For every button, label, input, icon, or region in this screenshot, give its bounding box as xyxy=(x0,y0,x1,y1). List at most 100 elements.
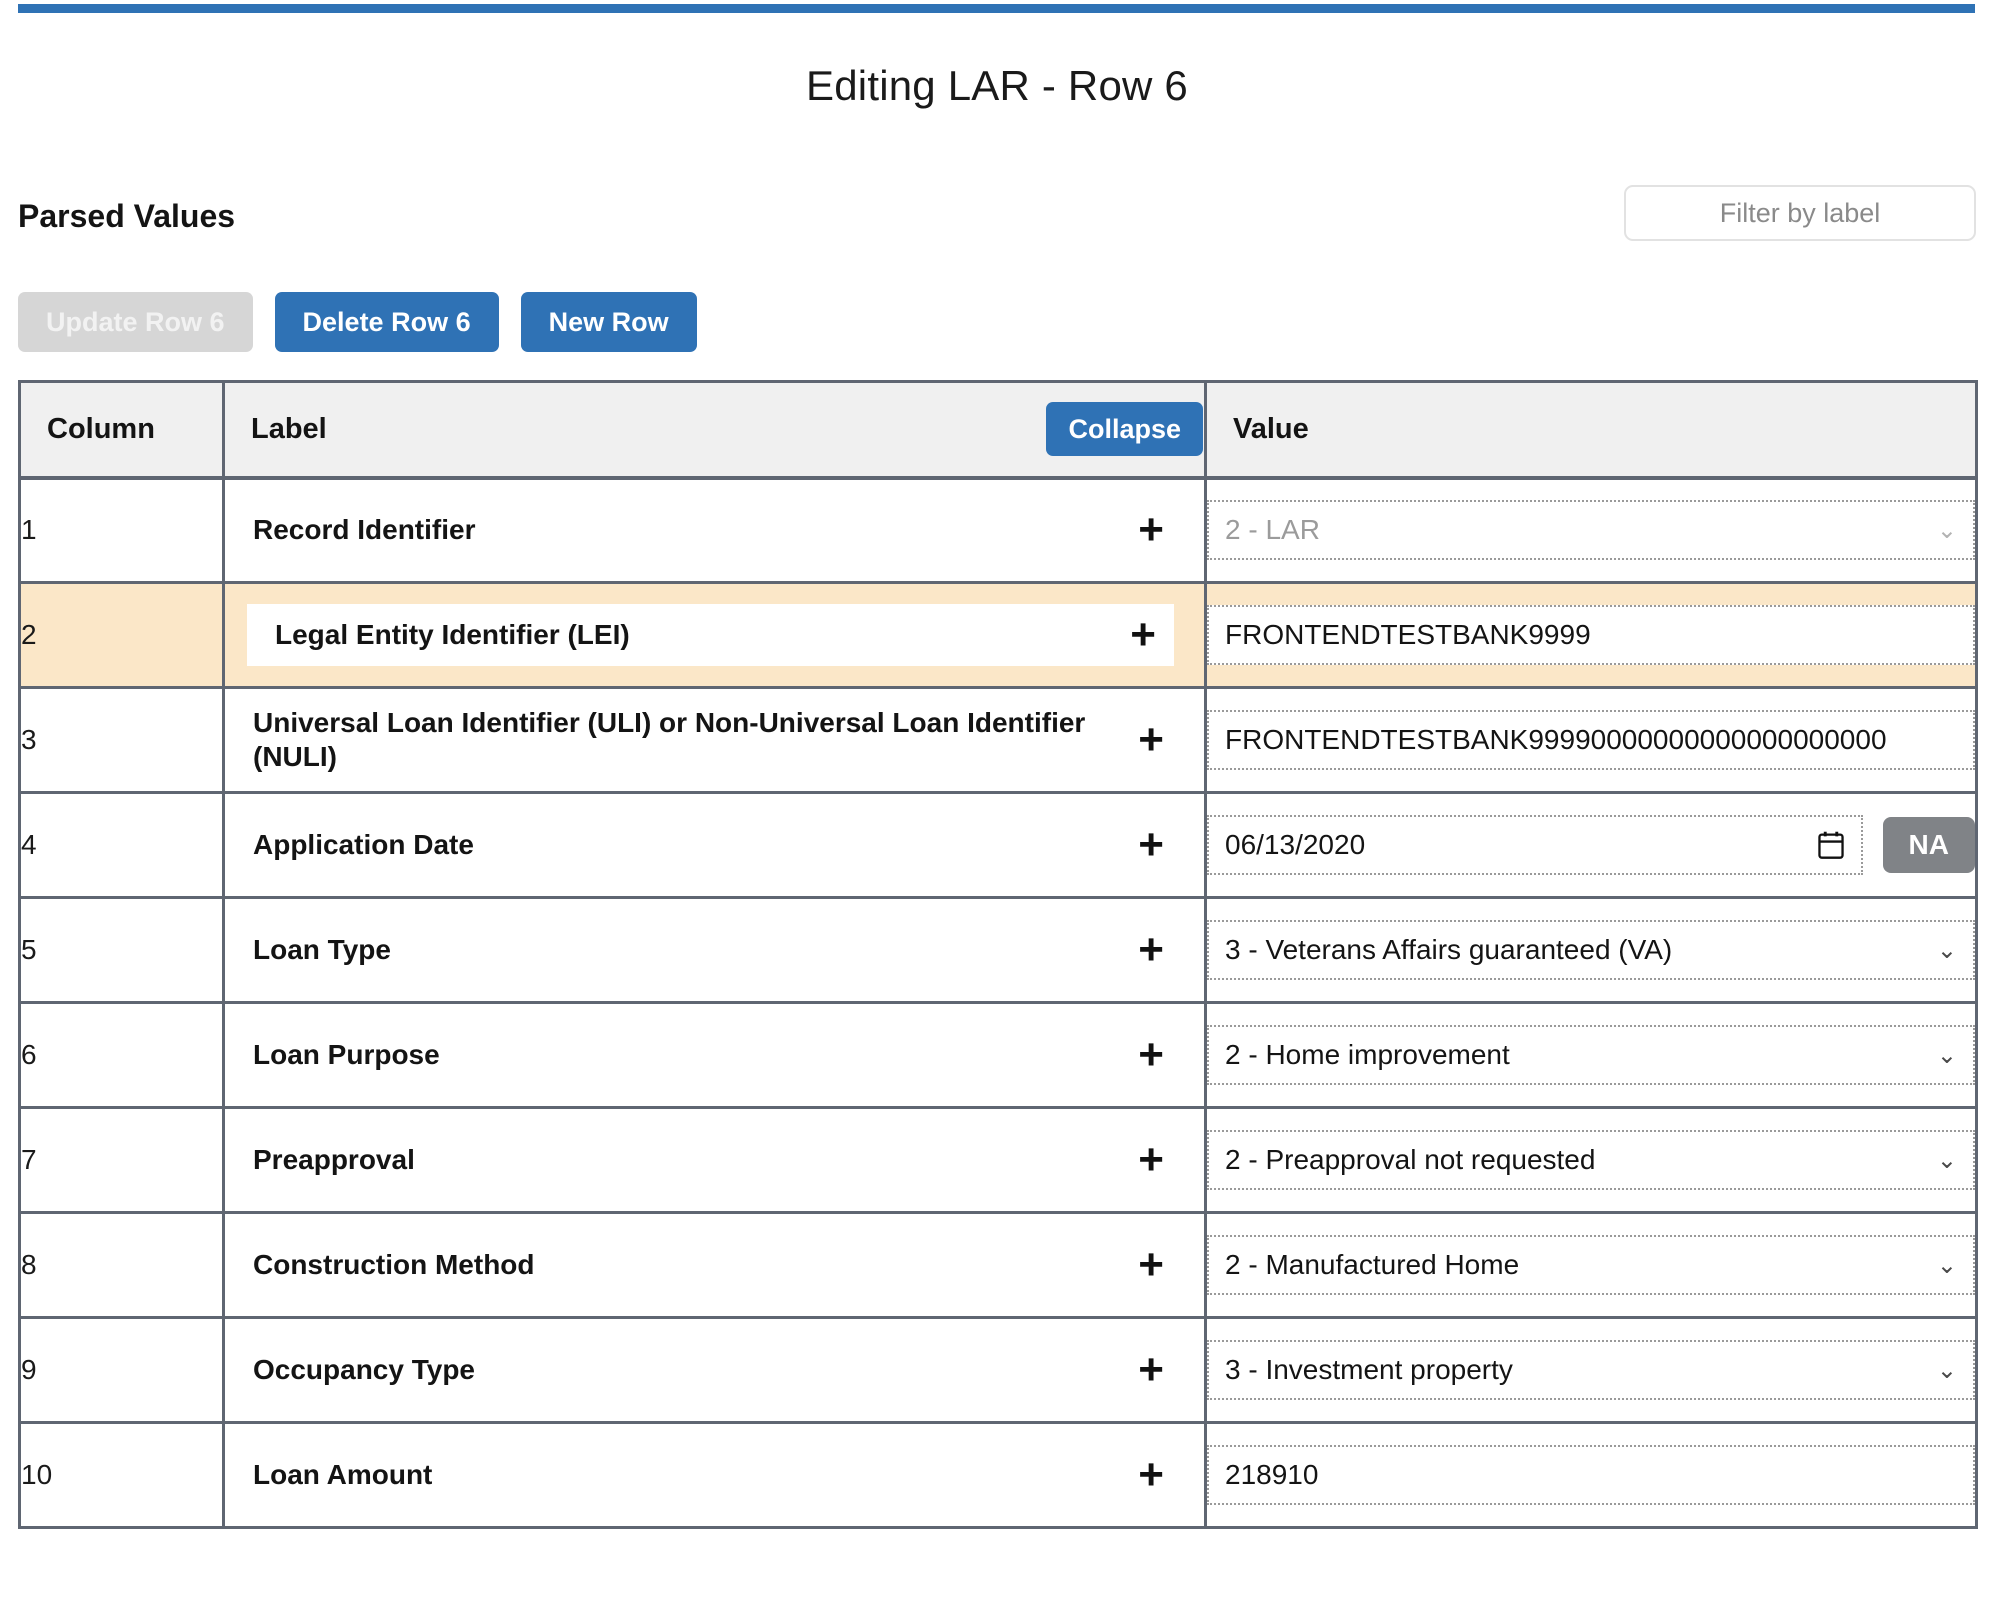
row-column-number: 8 xyxy=(18,1211,225,1319)
expand-plus-icon[interactable]: + xyxy=(1130,612,1156,656)
parsed-values-table: Column Label Collapse Value 1 Record Iden… xyxy=(18,380,1978,1529)
filter-by-label-input[interactable] xyxy=(1624,185,1976,241)
chevron-down-icon: ⌄ xyxy=(1936,1356,1957,1384)
row-label-text: Occupancy Type xyxy=(253,1353,476,1385)
expand-plus-icon[interactable]: + xyxy=(1138,1452,1164,1496)
chevron-down-icon: ⌄ xyxy=(1936,1146,1957,1174)
row-value-cell: 2 - Manufactured Home ⌄ xyxy=(1204,1211,1978,1319)
table-row: 8 Construction Method +2 - Manufactured Ho… xyxy=(18,1211,1978,1319)
row-value-text: 3 - Investment property xyxy=(1225,1354,1513,1385)
chevron-down-icon: ⌄ xyxy=(1936,1251,1957,1279)
row-column-number: 9 xyxy=(18,1316,225,1424)
row-value-select[interactable]: 2 - Preapproval not requested ⌄ xyxy=(1207,1130,1975,1190)
row-label-text: Application Date xyxy=(253,828,474,860)
row-label-cell: Construction Method + xyxy=(222,1211,1207,1319)
row-value-text: 06/13/2020 xyxy=(1225,829,1366,860)
new-row-button[interactable]: New Row xyxy=(520,292,697,352)
row-column-number: 2 xyxy=(18,581,225,689)
update-row-button[interactable]: Update Row 6 xyxy=(18,292,253,352)
row-value-select[interactable]: 3 - Investment property ⌄ xyxy=(1207,1340,1975,1400)
chevron-down-icon: ⌄ xyxy=(1936,516,1957,544)
expand-plus-icon[interactable]: + xyxy=(1138,927,1164,971)
row-value-cell: 2 - Preapproval not requested ⌄ xyxy=(1204,1106,1978,1214)
row-value-cell: 3 - Veterans Affairs guaranteed (VA) ⌄ xyxy=(1204,896,1978,1004)
row-label-cell: Record Identifier + xyxy=(222,476,1207,584)
row-value-cell: 2 - Home improvement ⌄ xyxy=(1204,1001,1978,1109)
row-value-select[interactable]: 2 - LAR ⌄ xyxy=(1207,500,1975,561)
chevron-down-icon: ⌄ xyxy=(1936,936,1957,964)
row-label-cell: Application Date + xyxy=(222,791,1207,899)
row-column-number: 10 xyxy=(18,1421,225,1529)
table-body: 1 Record Identifier +2 - LAR ⌄ 2 Legal Entity… xyxy=(18,476,1978,1529)
row-label-text: Construction Method xyxy=(253,1248,535,1280)
table-row: 4 Application Date +06/13/2020 NA xyxy=(18,791,1978,899)
table-row: 1 Record Identifier +2 - LAR ⌄ xyxy=(18,476,1978,584)
row-value-cell: FRONTENDTESTBANK99990000000000000000000 xyxy=(1204,686,1978,794)
expand-plus-icon[interactable]: + xyxy=(1138,1032,1164,1076)
row-value-select[interactable]: 3 - Veterans Affairs guaranteed (VA) ⌄ xyxy=(1207,920,1975,980)
row-value-text: 2 - Preapproval not requested xyxy=(1225,1144,1596,1175)
table-row: 3 Universal Loan Identifier (ULI) or Non-… xyxy=(18,686,1978,794)
row-label-text: Universal Loan Identifier (ULI) or Non-U… xyxy=(253,706,1086,772)
row-value-text: 2 - LAR xyxy=(1225,514,1320,546)
table-row: 10 Loan Amount +218910 xyxy=(18,1421,1978,1529)
expand-plus-icon[interactable]: + xyxy=(1138,1137,1164,1181)
row-value-text: FRONTENDTESTBANK9999 xyxy=(1225,619,1591,650)
row-value-cell: 218910 xyxy=(1204,1421,1978,1529)
row-value-cell: FRONTENDTESTBANK9999 xyxy=(1204,581,1978,689)
row-value-text-input[interactable]: 218910 xyxy=(1207,1445,1975,1505)
expand-plus-icon[interactable]: + xyxy=(1138,1242,1164,1286)
row-label-cell: Loan Type + xyxy=(222,896,1207,1004)
na-button[interactable]: NA xyxy=(1882,817,1975,873)
header-column-label: Column xyxy=(47,412,155,445)
row-column-number: 5 xyxy=(18,896,225,1004)
chevron-down-icon: ⌄ xyxy=(1936,1041,1957,1069)
row-label-text: Loan Amount xyxy=(253,1458,433,1490)
table-row: 9 Occupancy Type +3 - Investment property ⌄ xyxy=(18,1316,1978,1424)
page-title: Editing LAR - Row 6 xyxy=(806,62,1188,109)
header-value: Value xyxy=(1204,380,1978,480)
table-header-row: Column Label Collapse Value xyxy=(18,380,1978,480)
table-row: 2 Legal Entity Identifier (LEI) + FRONTENDT… xyxy=(18,581,1978,689)
row-value-text: FRONTENDTESTBANK99990000000000000000000 xyxy=(1225,724,1887,755)
row-label-cell: Loan Amount + xyxy=(222,1421,1207,1529)
row-label-text: Legal Entity Identifier (LEI) xyxy=(275,618,630,650)
editing-lar-page: Editing LAR - Row 6 Parsed Values Update… xyxy=(0,0,1994,1616)
row-action-buttons: Update Row 6 Delete Row 6 New Row xyxy=(18,292,697,352)
expand-plus-icon[interactable]: + xyxy=(1138,822,1164,866)
row-label-text: Preapproval xyxy=(253,1143,415,1175)
row-value-text-input[interactable]: FRONTENDTESTBANK99990000000000000000000 xyxy=(1207,710,1975,770)
collapse-button[interactable]: Collapse xyxy=(1046,402,1203,457)
row-value-select[interactable]: 2 - Home improvement ⌄ xyxy=(1207,1025,1975,1085)
row-value-cell: 2 - LAR ⌄ xyxy=(1204,476,1978,584)
header-label: Label Collapse xyxy=(222,380,1207,480)
row-value-text: 2 - Home improvement xyxy=(1225,1039,1510,1070)
row-column-number: 7 xyxy=(18,1106,225,1214)
row-label-cell: Occupancy Type + xyxy=(222,1316,1207,1424)
row-value-date-input[interactable]: 06/13/2020 xyxy=(1207,815,1863,875)
header-label-text: Label xyxy=(251,412,327,445)
row-value-select[interactable]: 2 - Manufactured Home ⌄ xyxy=(1207,1235,1975,1295)
table-row: 7 Preapproval +2 - Preapproval not request… xyxy=(18,1106,1978,1214)
expand-plus-icon[interactable]: + xyxy=(1138,1347,1164,1391)
top-accent-bar xyxy=(18,4,1975,13)
row-value-text: 3 - Veterans Affairs guaranteed (VA) xyxy=(1225,934,1673,965)
table-row: 6 Loan Purpose +2 - Home improvement ⌄ xyxy=(18,1001,1978,1109)
header-value-label: Value xyxy=(1233,412,1309,445)
header-column: Column xyxy=(18,380,225,480)
expand-plus-icon[interactable]: + xyxy=(1138,717,1164,761)
row-label-cell: Preapproval + xyxy=(222,1106,1207,1214)
parsed-values-heading: Parsed Values xyxy=(18,198,236,234)
row-column-number: 1 xyxy=(18,476,225,584)
row-label-text: Loan Purpose xyxy=(253,1038,440,1070)
table-row: 5 Loan Type +3 - Veterans Affairs guarante… xyxy=(18,896,1978,1004)
row-value-cell: 3 - Investment property ⌄ xyxy=(1204,1316,1978,1424)
calendar-icon[interactable] xyxy=(1817,830,1845,860)
row-value-text-input[interactable]: FRONTENDTESTBANK9999 xyxy=(1207,605,1975,665)
expand-plus-icon[interactable]: + xyxy=(1138,507,1164,551)
row-label-text: Record Identifier xyxy=(253,514,476,546)
row-value-text: 2 - Manufactured Home xyxy=(1225,1249,1520,1280)
row-label-cell: Legal Entity Identifier (LEI) + xyxy=(222,581,1207,689)
delete-row-button[interactable]: Delete Row 6 xyxy=(274,292,499,352)
row-value-cell: 06/13/2020 NA xyxy=(1204,791,1978,899)
